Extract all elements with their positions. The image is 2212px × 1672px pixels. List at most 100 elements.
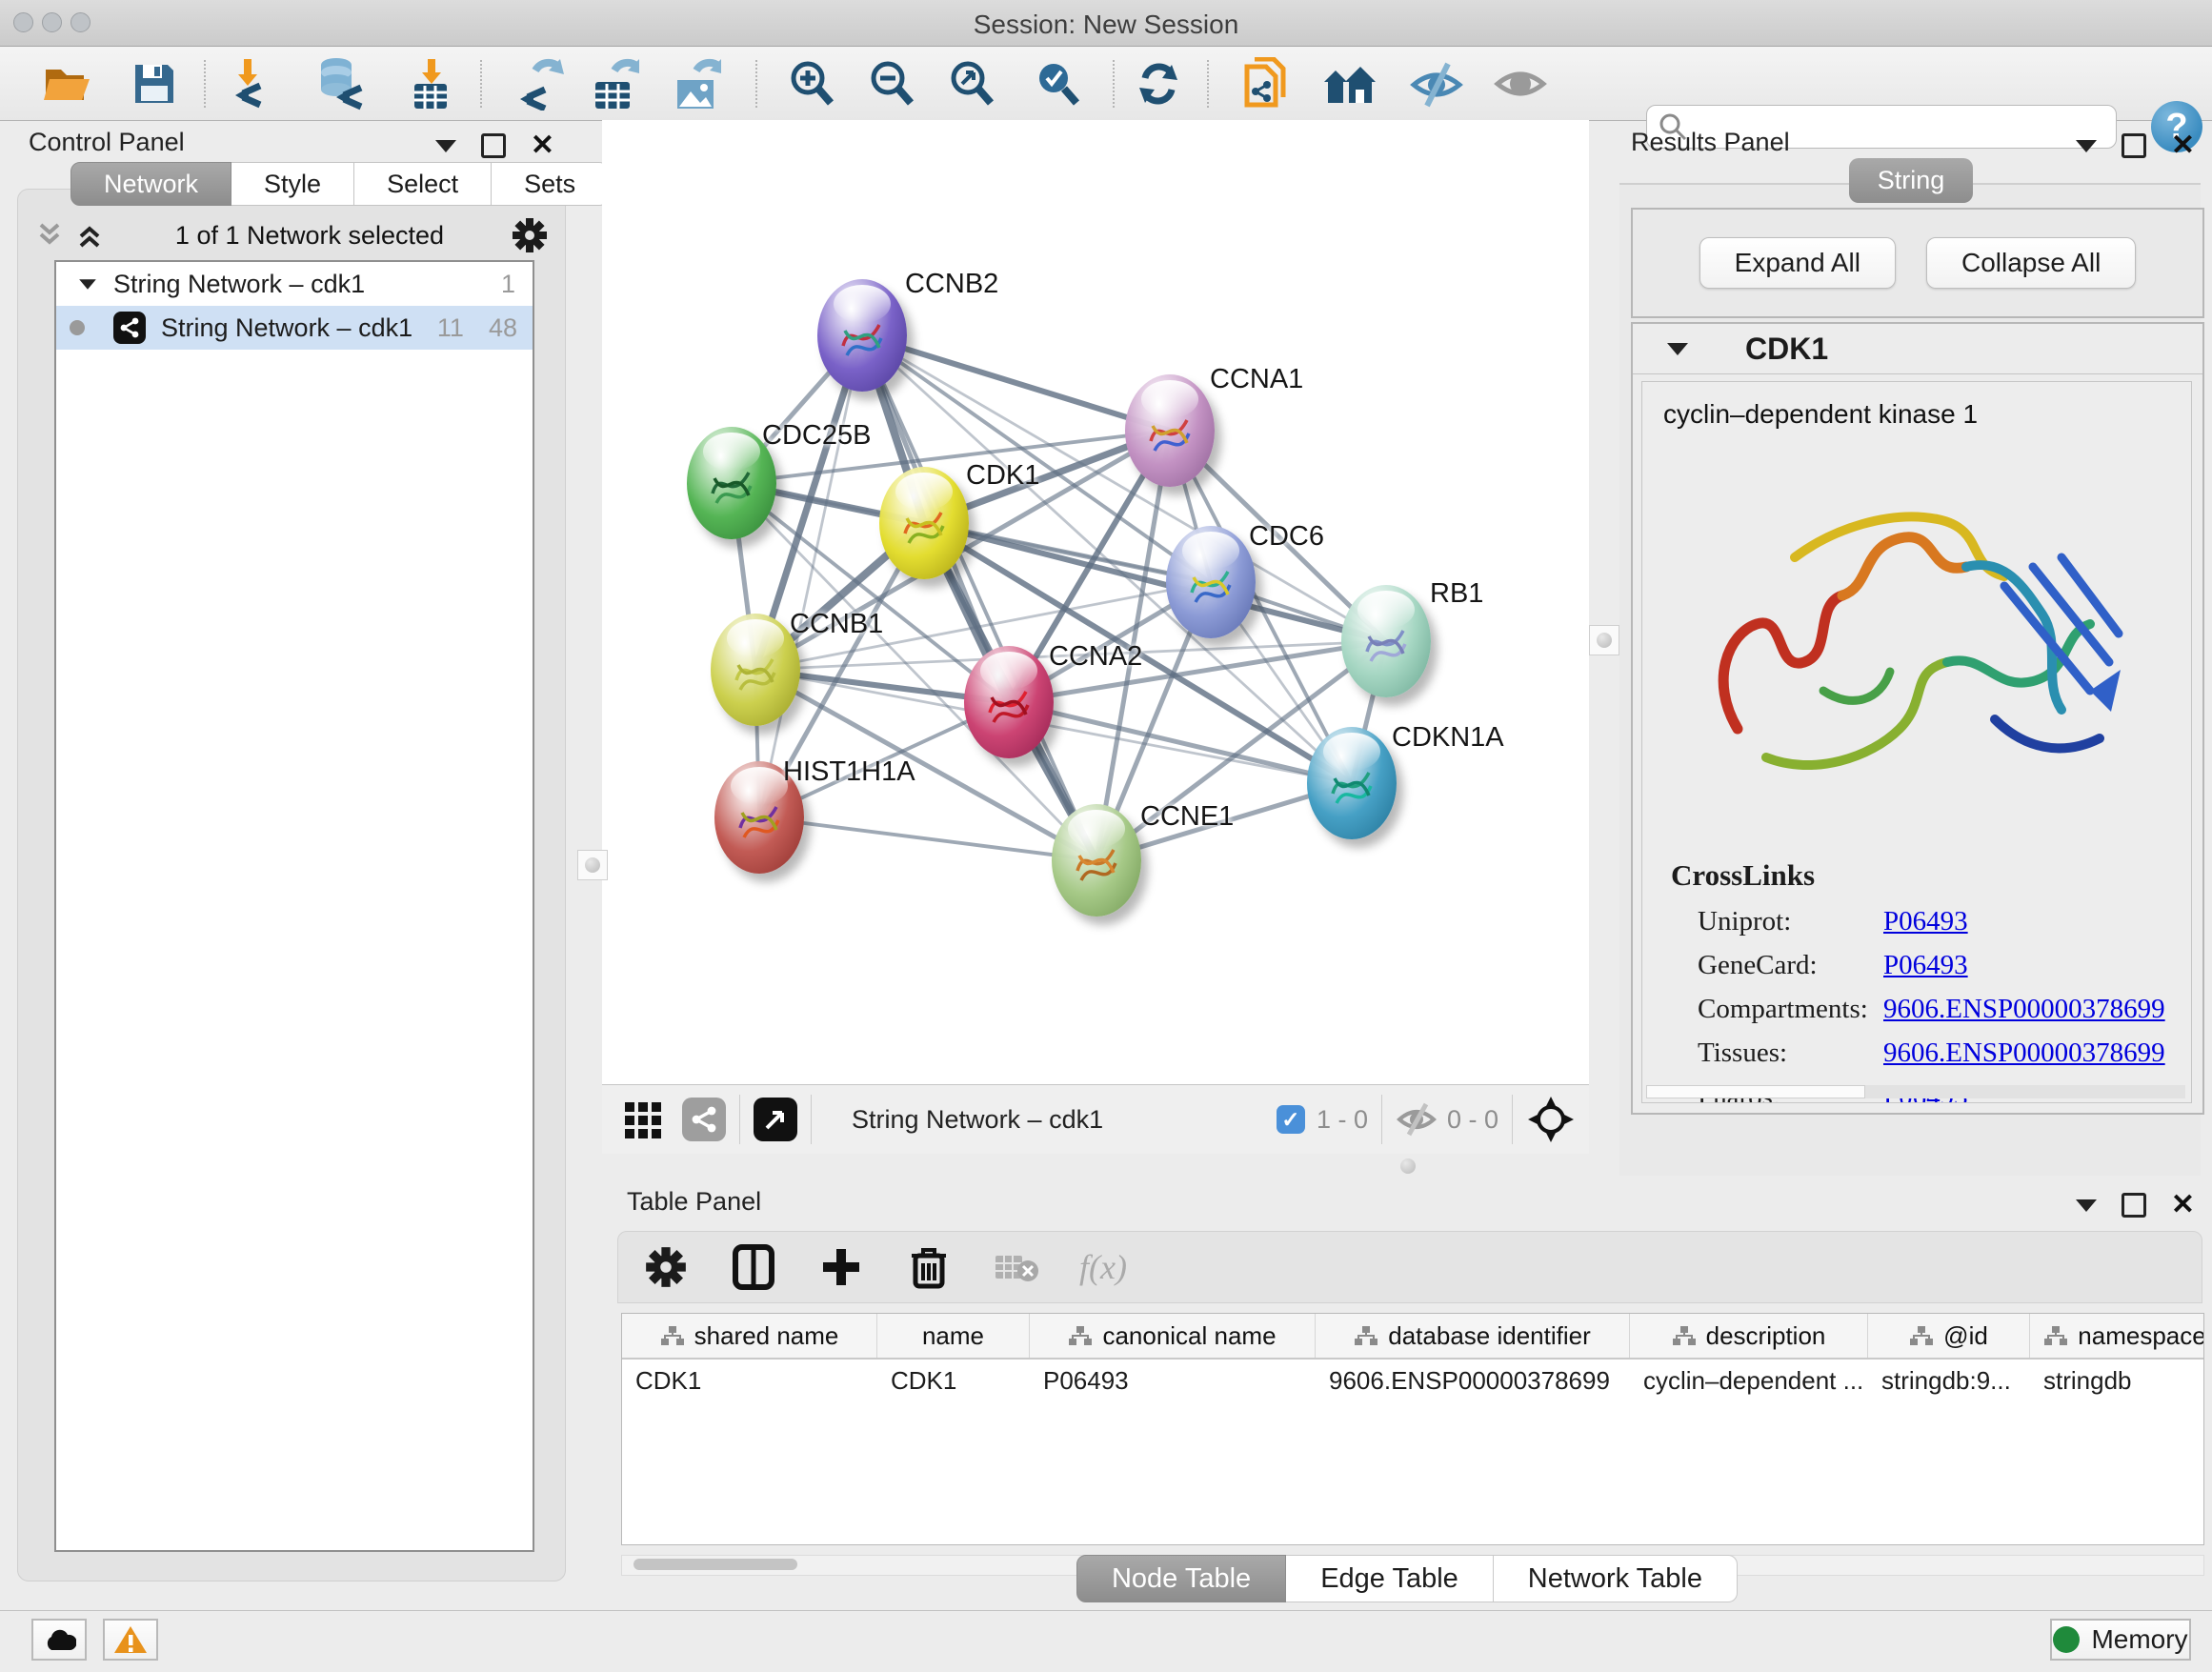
table-settings-gear-icon[interactable] bbox=[641, 1242, 691, 1292]
home-icon[interactable] bbox=[1322, 58, 1376, 110]
table-panel: Table Panel ✕ f( bbox=[602, 1181, 2212, 1610]
import-network-icon[interactable] bbox=[225, 58, 278, 110]
tab-string[interactable]: String bbox=[1849, 158, 1974, 203]
collapse-all-button[interactable]: Collapse All bbox=[1926, 237, 2136, 289]
network-row-selected[interactable]: String Network – cdk1 11 48 bbox=[56, 306, 533, 350]
function-builder-icon: f(x) bbox=[1079, 1247, 1127, 1287]
column-header--id[interactable]: @id bbox=[1868, 1314, 2030, 1358]
float-panel-icon[interactable] bbox=[2122, 1193, 2146, 1218]
float-panel-icon[interactable] bbox=[481, 133, 506, 158]
memory-status-dot bbox=[2053, 1626, 2080, 1653]
close-panel-icon[interactable]: ✕ bbox=[2171, 136, 2195, 155]
cell-canonical-name: P06493 bbox=[1030, 1366, 1316, 1396]
export-image-icon[interactable] bbox=[671, 58, 724, 110]
gene-disclosure-icon[interactable] bbox=[1667, 343, 1688, 355]
cell-namespace: stringdb bbox=[2030, 1366, 2204, 1396]
zoom-out-icon[interactable] bbox=[865, 58, 918, 110]
gene-description: cyclin–dependent kinase 1 bbox=[1663, 399, 1978, 430]
warnings-button[interactable] bbox=[103, 1619, 158, 1661]
crosslink-link[interactable]: 9606.ENSP00000378699 bbox=[1883, 994, 2165, 1037]
save-session-icon[interactable] bbox=[128, 58, 181, 110]
refresh-icon[interactable] bbox=[1132, 58, 1185, 110]
panel-menu-icon[interactable] bbox=[2076, 140, 2097, 152]
panel-menu-icon[interactable] bbox=[435, 140, 456, 152]
selected-checkbox-icon[interactable]: ✓ bbox=[1277, 1105, 1305, 1134]
birds-eye-view-icon[interactable] bbox=[754, 1098, 797, 1141]
share-session-icon[interactable] bbox=[1238, 58, 1292, 110]
network-node-CCNB1[interactable] bbox=[711, 614, 800, 726]
export-network-icon[interactable] bbox=[514, 58, 568, 110]
zoom-in-icon[interactable] bbox=[785, 58, 838, 110]
tab-network-table[interactable]: Network Table bbox=[1494, 1555, 1738, 1602]
network-canvas[interactable]: CCNB2CCNA1CDC25BCDK1CDC6RB1CCNB1CCNA2CDK… bbox=[602, 120, 1589, 1084]
zoom-selected-icon[interactable] bbox=[1031, 58, 1084, 110]
column-header-shared-name[interactable]: shared name bbox=[622, 1314, 877, 1358]
network-collection-row[interactable]: String Network – cdk1 1 bbox=[56, 262, 533, 306]
show-columns-icon[interactable] bbox=[729, 1242, 778, 1292]
network-node-CCNA2[interactable] bbox=[964, 646, 1054, 758]
expand-all-button[interactable]: Expand All bbox=[1699, 237, 1896, 289]
memory-button[interactable]: Memory bbox=[2050, 1619, 2191, 1661]
network-node-CDK1[interactable] bbox=[879, 467, 969, 579]
expand-all-icon[interactable] bbox=[75, 221, 108, 250]
tab-select[interactable]: Select bbox=[354, 162, 492, 206]
float-panel-icon[interactable] bbox=[2122, 133, 2146, 158]
tab-node-table[interactable]: Node Table bbox=[1076, 1555, 1286, 1602]
column-header-database-identifier[interactable]: database identifier bbox=[1316, 1314, 1630, 1358]
network-node-CCNB2[interactable] bbox=[817, 279, 907, 392]
node-label-HIST1H1A: HIST1H1A bbox=[783, 756, 915, 788]
network-node-CDC6[interactable] bbox=[1166, 526, 1256, 638]
panel-menu-icon[interactable] bbox=[2076, 1199, 2097, 1212]
left-splitter-handle[interactable] bbox=[577, 850, 608, 880]
network-status-dot bbox=[70, 320, 85, 335]
network-node-RB1[interactable] bbox=[1341, 585, 1431, 697]
crosslink-label: Compartments: bbox=[1671, 994, 1883, 1037]
column-header-namespace[interactable]: namespace bbox=[2030, 1314, 2204, 1358]
create-column-plus-icon[interactable] bbox=[816, 1242, 866, 1292]
gene-section-header[interactable]: CDK1 bbox=[1633, 324, 2202, 374]
crosslink-link[interactable]: 9606.ENSP00000378699 bbox=[1883, 1037, 2165, 1081]
table-toolbar: f(x) bbox=[617, 1231, 2202, 1303]
close-panel-icon[interactable]: ✕ bbox=[531, 136, 554, 155]
hidden-eye-slash-icon bbox=[1396, 1102, 1438, 1137]
cloud-button[interactable] bbox=[31, 1619, 87, 1661]
collection-disclosure-icon[interactable] bbox=[79, 279, 96, 289]
node-label-CCNB2: CCNB2 bbox=[905, 269, 998, 300]
fit-selected-target-icon[interactable] bbox=[1526, 1095, 1576, 1144]
export-table-icon[interactable] bbox=[589, 58, 642, 110]
table-row[interactable]: CDK1CDK1P064939606.ENSP00000378699cyclin… bbox=[622, 1360, 2203, 1401]
hide-eye-icon[interactable] bbox=[1410, 58, 1463, 110]
crosslink-link[interactable]: P06493 bbox=[1883, 906, 1968, 950]
gene-name: CDK1 bbox=[1745, 332, 1828, 367]
column-header-name[interactable]: name bbox=[877, 1314, 1030, 1358]
import-table-icon[interactable] bbox=[404, 58, 457, 110]
zoom-fit-icon[interactable] bbox=[945, 58, 998, 110]
tab-sets[interactable]: Sets bbox=[492, 162, 609, 206]
network-browser: 1 of 1 Network selected String Network –… bbox=[17, 189, 566, 1581]
control-panel-title: Control Panel bbox=[29, 128, 185, 157]
collapse-all-icon[interactable] bbox=[35, 221, 68, 250]
tab-network[interactable]: Network bbox=[70, 162, 231, 206]
tab-edge-table[interactable]: Edge Table bbox=[1286, 1555, 1494, 1602]
open-session-icon[interactable] bbox=[40, 58, 93, 110]
column-header-canonical-name[interactable]: canonical name bbox=[1030, 1314, 1316, 1358]
network-label: String Network – cdk1 bbox=[161, 313, 437, 343]
network-node-CCNE1[interactable] bbox=[1052, 804, 1141, 917]
network-share-view-icon[interactable] bbox=[682, 1098, 726, 1141]
gear-icon[interactable] bbox=[512, 217, 548, 253]
network-selected-status: 1 of 1 Network selected bbox=[108, 221, 512, 251]
crosslink-link[interactable]: P06493 bbox=[1883, 950, 1968, 994]
import-network-database-icon[interactable] bbox=[314, 58, 368, 110]
results-horizontal-scrollbar[interactable] bbox=[1646, 1085, 2185, 1098]
network-node-CCNA1[interactable] bbox=[1125, 374, 1215, 487]
horizontal-splitter-handle[interactable] bbox=[1400, 1158, 1416, 1174]
delete-column-trash-icon[interactable] bbox=[904, 1242, 954, 1292]
show-eye-icon[interactable] bbox=[1494, 58, 1547, 110]
column-header-description[interactable]: description bbox=[1630, 1314, 1868, 1358]
tab-style[interactable]: Style bbox=[231, 162, 354, 206]
network-node-CDKN1A[interactable] bbox=[1307, 727, 1397, 839]
close-panel-icon[interactable]: ✕ bbox=[2171, 1196, 2195, 1215]
results-button-box: Expand All Collapse All bbox=[1631, 208, 2204, 318]
node-label-CDKN1A: CDKN1A bbox=[1392, 722, 1504, 754]
grid-view-icon[interactable] bbox=[623, 1098, 665, 1140]
